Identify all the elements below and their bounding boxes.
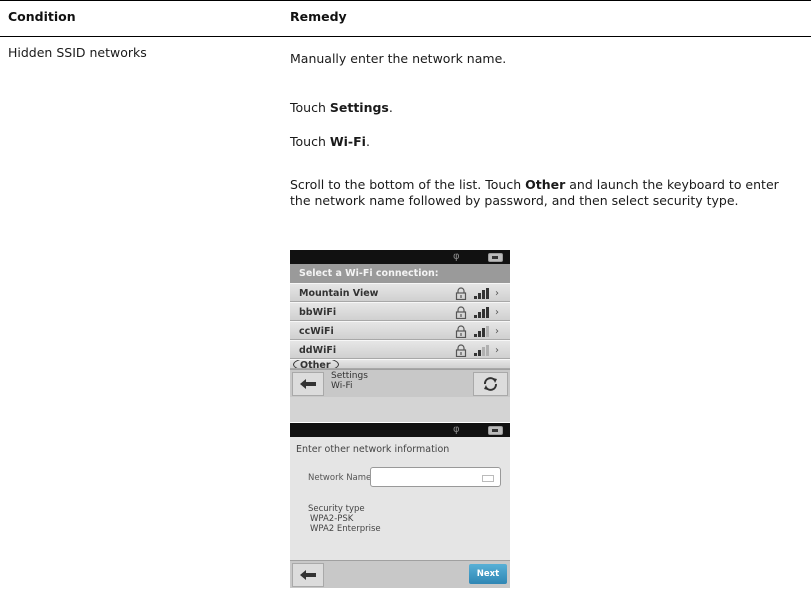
wifi-network-item[interactable]: bbWiFi › <box>290 302 510 321</box>
refresh-icon <box>484 377 497 391</box>
bottom-bar: Settings Wi-Fi <box>290 369 510 397</box>
signal-bars-icon <box>474 307 489 318</box>
next-button[interactable]: Next <box>469 564 507 584</box>
network-name: ddWiFi <box>299 345 337 356</box>
lock-icon <box>455 325 467 338</box>
wifi-network-item[interactable]: ddWiFi › <box>290 340 510 359</box>
other-bold: Other <box>525 177 566 192</box>
antenna-icon: φ <box>453 251 460 262</box>
form-title: Enter other network information <box>296 444 450 455</box>
breadcrumb: Settings Wi-Fi <box>331 371 368 391</box>
step-2-period: . <box>388 100 393 115</box>
header-condition: Condition <box>8 9 76 24</box>
network-name: ccWiFi <box>299 326 334 337</box>
chevron-right-icon: › <box>495 288 499 299</box>
security-type-block: Security type WPA2-PSK WPA2 Enterprise <box>308 504 381 534</box>
lock-icon <box>455 344 467 357</box>
breadcrumb-wifi: Wi-Fi <box>331 381 353 391</box>
settings-bold: Settings <box>329 100 389 115</box>
keyboard-icon <box>482 475 494 482</box>
security-type-label: Security type <box>308 504 365 514</box>
step-3-period: . <box>365 134 370 149</box>
highlight-circle <box>293 360 339 368</box>
wifi-list-screenshot: φ Select a Wi-Fi connection: Mountain Vi… <box>290 250 510 422</box>
header-remedy: Remedy <box>290 9 347 24</box>
signal-bars-icon <box>474 326 489 337</box>
remedy-step-2: Touch Settings. <box>290 100 393 116</box>
security-option[interactable]: WPA2 Enterprise <box>308 524 381 534</box>
network-name: Mountain View <box>299 288 379 299</box>
wifi-other-item[interactable]: Other <box>290 359 510 369</box>
breadcrumb-settings: Settings <box>331 371 368 381</box>
step-2-text: Touch <box>290 100 330 115</box>
chevron-right-icon: › <box>495 326 499 337</box>
lock-icon <box>455 287 467 300</box>
wifi-list-header: Select a Wi-Fi connection: <box>290 264 510 283</box>
condition-cell: Hidden SSID networks <box>8 45 147 60</box>
step-4-text: Scroll to the bottom of the list. Touch <box>290 177 526 192</box>
status-bar: φ <box>290 423 510 437</box>
network-name: bbWiFi <box>299 307 337 318</box>
back-arrow-icon <box>300 570 316 580</box>
wifi-network-item[interactable]: ccWiFi › <box>290 321 510 340</box>
wifi-network-item[interactable]: Mountain View › <box>290 283 510 302</box>
remedy-step-3: Touch Wi-Fi. <box>290 134 370 150</box>
signal-bars-icon <box>474 288 489 299</box>
network-name-input[interactable] <box>370 467 501 487</box>
network-name-label: Network Name <box>308 473 372 483</box>
remedy-step-4: Scroll to the bottom of the list. Touch … <box>290 177 800 209</box>
form-area: Enter other network information Network … <box>290 437 510 560</box>
enter-network-screenshot: φ Enter other network information Networ… <box>290 423 510 588</box>
step-3-text: Touch <box>290 134 330 149</box>
table-top-rule <box>0 0 811 1</box>
status-bar: φ <box>290 250 510 264</box>
header-rule <box>0 36 811 37</box>
remedy-step-1: Manually enter the network name. <box>290 51 507 66</box>
chevron-right-icon: › <box>495 307 499 318</box>
chevron-right-icon: › <box>495 345 499 356</box>
battery-icon <box>488 426 503 435</box>
bottom-bar: Next <box>290 560 510 588</box>
battery-icon <box>488 253 503 262</box>
lock-icon <box>455 306 467 319</box>
wifi-bold: Wi-Fi <box>329 134 366 149</box>
back-button[interactable] <box>292 563 324 587</box>
antenna-icon: φ <box>453 424 460 435</box>
document: Condition Remedy Hidden SSID networks Ma… <box>0 0 811 593</box>
signal-bars-icon <box>474 345 489 356</box>
security-option[interactable]: WPA2-PSK <box>308 514 381 524</box>
back-arrow-icon <box>300 379 316 389</box>
refresh-button[interactable] <box>473 372 508 396</box>
back-button[interactable] <box>292 372 324 396</box>
